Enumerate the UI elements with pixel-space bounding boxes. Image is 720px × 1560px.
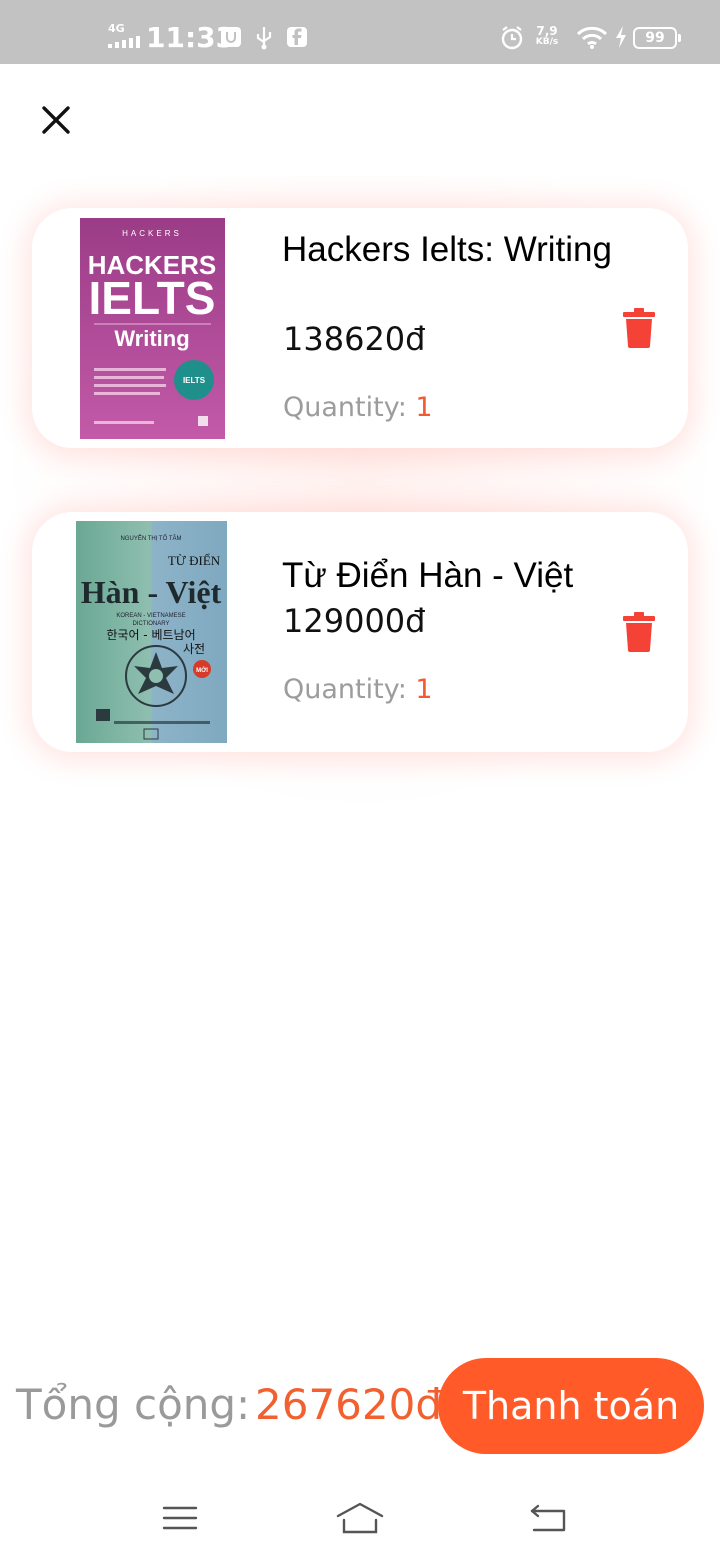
book-cover-han-viet-dictionary: NGUYỄN THỊ TỐ TÂM TỪ ĐIỂN Hàn - Việt KOR… [76, 521, 227, 743]
checkout-button[interactable]: Thanh toán [438, 1358, 704, 1454]
close-icon[interactable] [36, 100, 76, 140]
quantity-value: 1 [415, 392, 433, 423]
usb-debug-icon [221, 27, 241, 47]
network-speed: 7,9 KB/s [532, 24, 562, 48]
book-cover-hackers-ielts-writing: HACKERS HACKERS IELTS Writing IELTS [80, 218, 225, 439]
home-icon[interactable] [336, 1500, 384, 1536]
quantity-value: 1 [415, 674, 433, 705]
cover-line3: KOREAN - VIETNAMESE [116, 613, 185, 619]
item-title: Hackers Ielts: Writing [282, 230, 612, 269]
item-quantity: Quantity: 1 [283, 674, 433, 705]
cart-item[interactable]: NGUYỄN THỊ TỐ TÂM TỪ ĐIỂN Hàn - Việt KOR… [32, 512, 688, 752]
wifi-icon [576, 27, 608, 49]
cover-line5: 한국어 - 베트남어 [106, 628, 195, 642]
quantity-label: Quantity: [283, 674, 407, 705]
cover-badge: IELTS [183, 376, 206, 385]
total-label: Tổng cộng: [16, 1380, 251, 1429]
usb-icon [256, 27, 272, 50]
quantity-label: Quantity: [283, 392, 407, 423]
back-icon[interactable] [524, 1500, 572, 1536]
total-value: 267620đ [255, 1380, 442, 1429]
alarm-icon [501, 26, 523, 50]
item-quantity: Quantity: 1 [283, 392, 433, 423]
facebook-icon [287, 27, 307, 47]
cover-line1: TỪ ĐIỂN [168, 553, 221, 568]
status-bar: 4G 11:33 7,9 KB/s 99 [0, 0, 720, 64]
network-speed-value: 7,9 [536, 24, 558, 38]
trash-icon[interactable] [622, 308, 656, 348]
signal-icon [108, 36, 140, 48]
system-nav-bar [0, 1478, 720, 1560]
charging-icon [616, 26, 626, 48]
battery-icon: 99 [633, 27, 681, 49]
cover-line2: IELTS [89, 272, 216, 324]
network-type: 4G [108, 22, 125, 35]
item-price: 129000đ [283, 602, 426, 640]
cover-line4: DICTIONARY [133, 621, 170, 627]
cover-line6: 사전 [183, 642, 205, 656]
trash-icon[interactable] [622, 612, 656, 652]
cover-line3: Writing [114, 326, 189, 351]
cart-item[interactable]: HACKERS HACKERS IELTS Writing IELTS Hack… [32, 208, 688, 448]
item-title: Từ Điển Hàn - Việt [282, 556, 574, 595]
cover-brand: HACKERS [122, 229, 182, 238]
cover-line2: Hàn - Việt [81, 574, 222, 610]
cover-badge: MỚI [196, 666, 208, 674]
network-speed-unit: KB/s [535, 37, 559, 47]
battery-level: 99 [645, 30, 665, 46]
cover-author: NGUYỄN THỊ TỐ TÂM [120, 535, 181, 542]
item-price: 138620đ [283, 320, 426, 358]
menu-icon[interactable] [156, 1500, 204, 1536]
